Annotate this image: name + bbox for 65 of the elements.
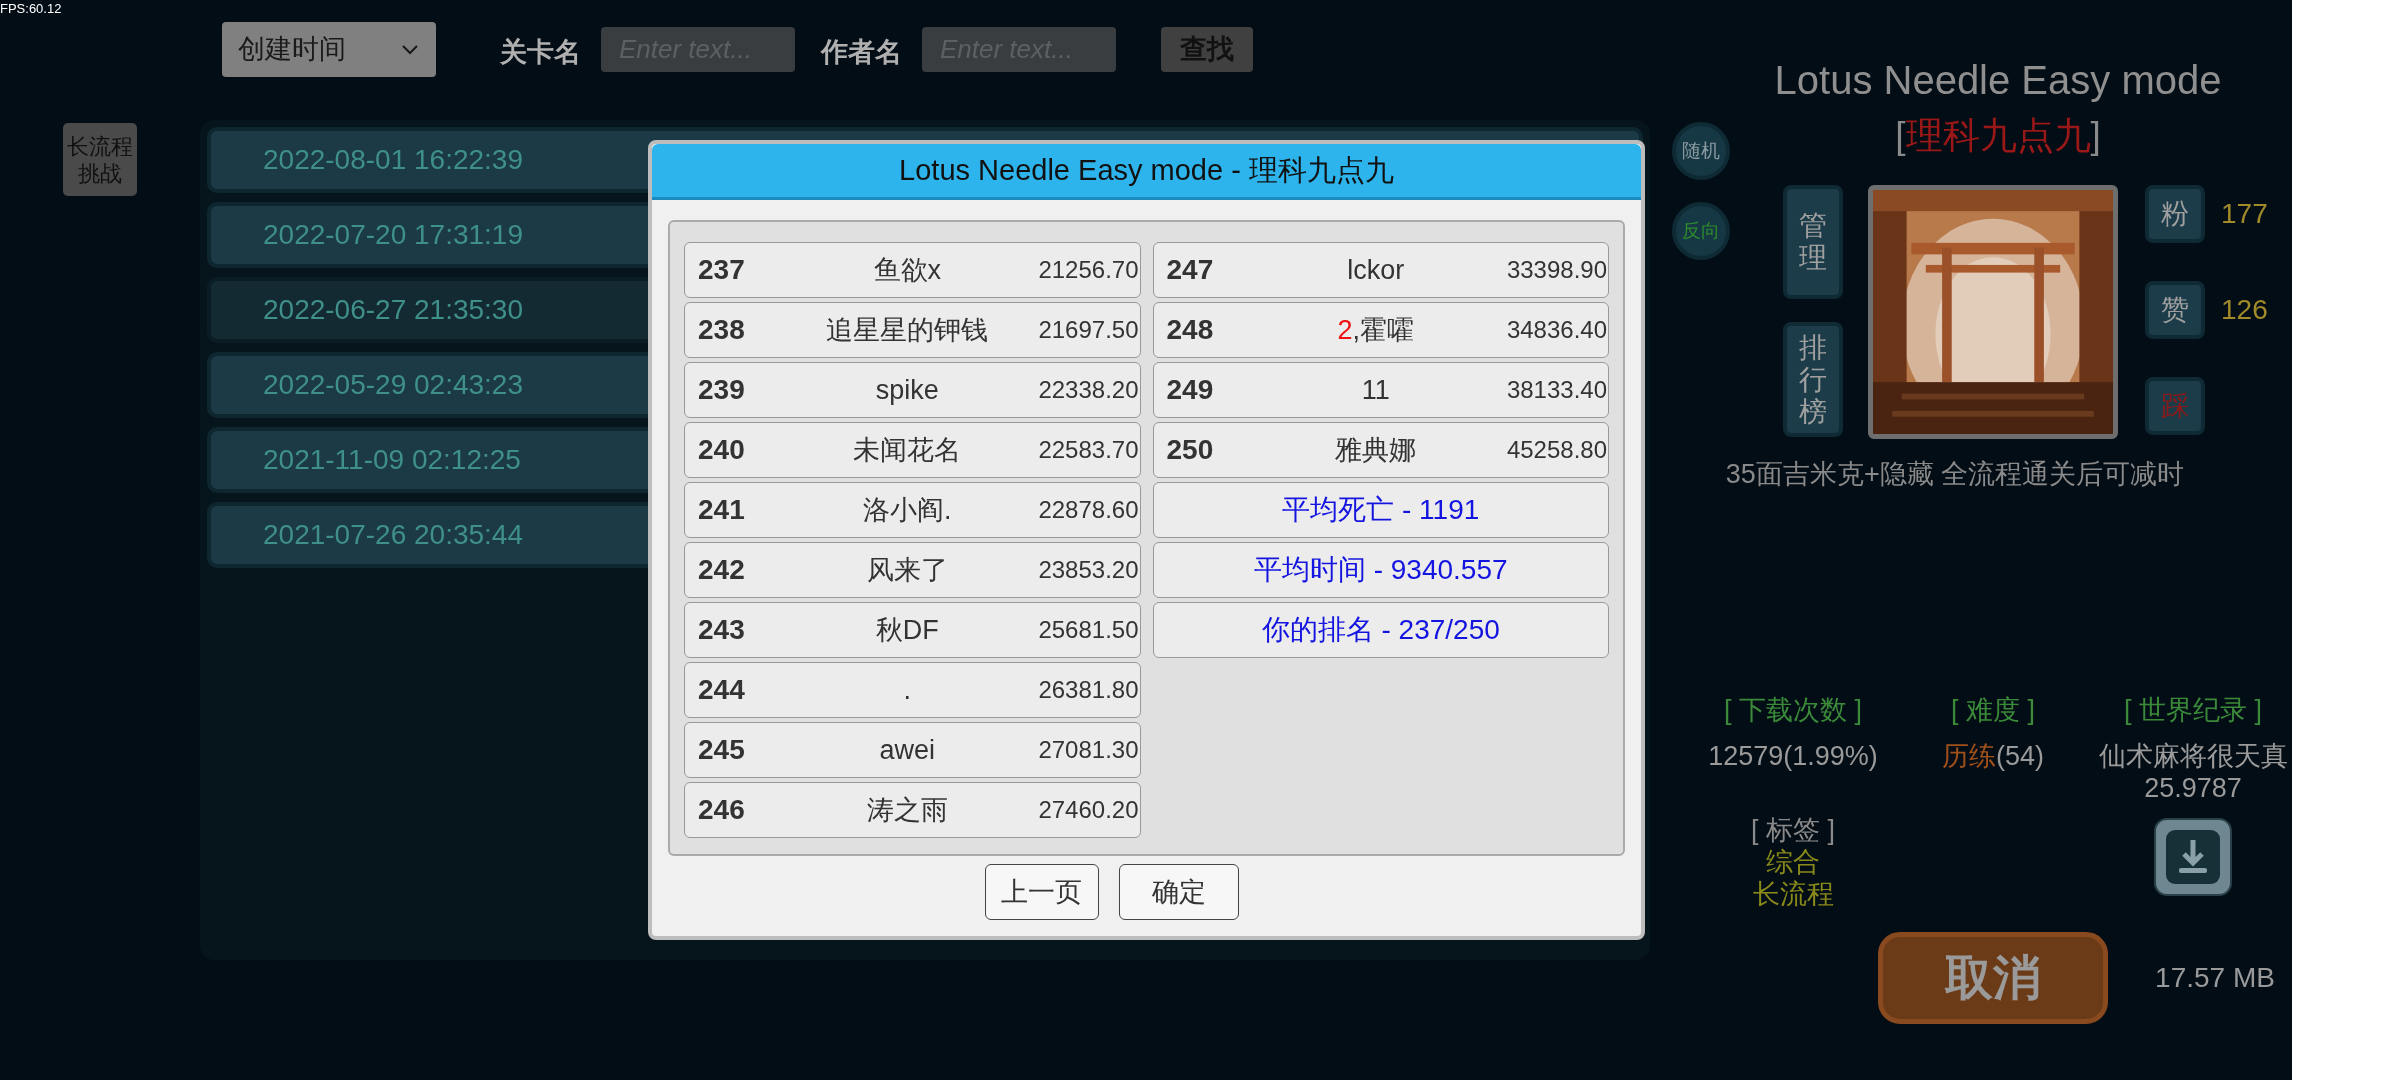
player-name: 洛小阎.	[862, 493, 953, 527]
tags-heading: [ 标签 ]	[1751, 814, 1835, 846]
rank-number: 249	[1165, 373, 1215, 407]
clear-time: 23853.20	[1037, 555, 1140, 585]
file-size: 17.57 MB	[2155, 962, 2275, 994]
clear-time: 21697.50	[1037, 315, 1140, 345]
field-label: 作者名	[821, 36, 902, 69]
rank-number: 243	[697, 613, 746, 647]
player-name: .	[902, 673, 912, 707]
clear-time: 26381.80	[1037, 675, 1140, 705]
rank-number: 240	[697, 433, 746, 467]
clear-time: 22878.60	[1037, 495, 1140, 525]
rank-number: 239	[697, 373, 746, 407]
reaction-count: 126	[2221, 293, 2268, 327]
rank-number: 247	[1165, 253, 1215, 287]
summary-row: 平均死亡 - 1191	[1152, 482, 1609, 538]
clear-time: 22338.20	[1037, 375, 1140, 405]
clear-time: 27460.20	[1037, 795, 1140, 825]
record-holder: 仙术麻将很天真	[2098, 740, 2288, 772]
player-name: 2,霍嚯	[1336, 313, 1415, 347]
player-name: spike	[874, 373, 940, 407]
rank-number: 242	[697, 553, 746, 587]
player-name: 秋DF	[874, 613, 940, 647]
player-name: 未闻花名	[852, 433, 963, 467]
tag-label: 综合	[1766, 846, 1820, 878]
clear-time: 45258.80	[1505, 435, 1608, 465]
clear-time: 27081.30	[1037, 735, 1140, 765]
rank-number: 244	[697, 673, 746, 707]
player-name: 追星星的钾钱	[825, 313, 990, 347]
download-count: 12579(1.99%)	[1708, 740, 1878, 772]
author-name: [理科九点九]	[1895, 114, 2101, 158]
rank-number: 245	[697, 733, 746, 767]
player-name: 鱼欲x	[872, 253, 942, 287]
clear-time: 22583.70	[1037, 435, 1140, 465]
clear-time: 21256.70	[1037, 255, 1140, 285]
player-name: awei	[878, 733, 936, 767]
player-name: lckor	[1346, 253, 1406, 287]
difficulty-value: 历练(54)	[1942, 740, 2044, 772]
dialog-title: Lotus Needle Easy mode - 理科九点九	[652, 144, 1641, 200]
rank-number: 246	[697, 793, 746, 827]
stat-heading: [ 世界纪录 ]	[2124, 694, 2262, 726]
reaction-count: 177	[2221, 197, 2268, 231]
clear-time: 34836.40	[1505, 315, 1608, 345]
level-description: 35面吉米克+隐藏 全流程通关后可减时	[1725, 458, 2185, 491]
stat-heading: [ 难度 ]	[1951, 694, 2035, 726]
clear-time: 33398.90	[1505, 255, 1608, 285]
player-name: 风来了	[865, 553, 949, 587]
rank-number: 237	[697, 253, 746, 287]
level-title: Lotus Needle Easy mode	[1774, 57, 2222, 104]
rank-number: 241	[697, 493, 746, 527]
clear-time: 38133.40	[1505, 375, 1608, 405]
player-name: 涛之雨	[865, 793, 949, 827]
summary-row: 平均时间 - 9340.557	[1152, 542, 1609, 598]
rank-number: 248	[1165, 313, 1215, 347]
player-name: 11	[1360, 373, 1391, 407]
tag-label: 长流程	[1752, 878, 1834, 910]
stat-heading: [ 下载次数 ]	[1724, 694, 1862, 726]
record-time: 25.9787	[2144, 772, 2242, 804]
rank-number: 238	[697, 313, 746, 347]
field-label: 关卡名	[500, 36, 581, 69]
clear-time: 25681.50	[1037, 615, 1140, 645]
player-name: 雅典娜	[1334, 433, 1418, 467]
rank-number: 250	[1165, 433, 1215, 467]
fps-counter: FPS:60.12	[0, 2, 62, 15]
summary-row: 你的排名 - 237/250	[1152, 602, 1609, 658]
